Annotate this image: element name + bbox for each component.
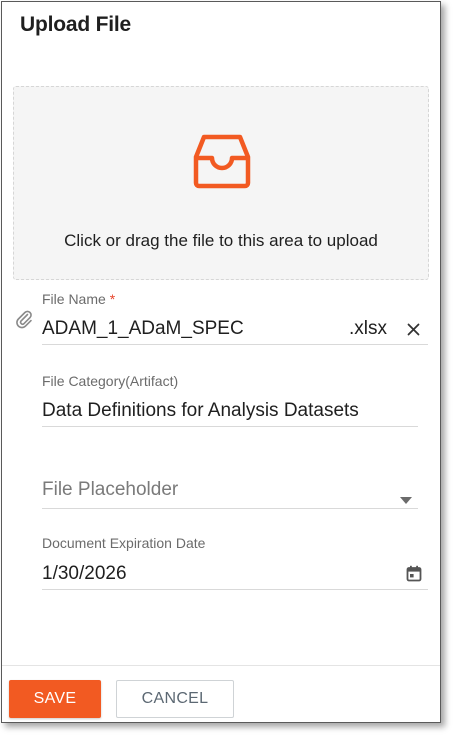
file-name-value: ADAM_1_ADaM_SPEC <box>42 318 244 339</box>
cancel-button[interactable]: CANCEL <box>116 680 234 718</box>
required-marker: * <box>109 291 116 307</box>
file-extension: .xlsx <box>349 318 387 339</box>
close-icon[interactable] <box>407 323 420 341</box>
dropzone-hint: Click or drag the file to this area to u… <box>64 231 378 250</box>
expiration-date-value: 1/30/2026 <box>42 563 127 584</box>
calendar-icon[interactable] <box>406 565 422 587</box>
paperclip-icon <box>15 309 33 334</box>
file-placeholder-text: File Placeholder <box>42 479 179 500</box>
save-button[interactable]: SAVE <box>9 680 101 718</box>
file-name-label: File Name * <box>42 291 115 307</box>
file-name-label-text: File Name <box>42 291 106 307</box>
file-category-value: Data Definitions for Analysis Datasets <box>42 400 359 421</box>
expiration-date-label: Document Expiration Date <box>42 535 206 551</box>
expiration-date-field[interactable]: 1/30/2026 <box>42 560 428 590</box>
inbox-icon <box>191 132 253 195</box>
footer-divider <box>2 665 440 666</box>
file-category-field[interactable]: Data Definitions for Analysis Datasets <box>42 397 418 427</box>
file-category-label: File Category(Artifact) <box>42 373 179 389</box>
file-name-field[interactable]: ADAM_1_ADaM_SPEC .xlsx <box>42 315 428 345</box>
upload-dropzone[interactable]: Click or drag the file to this area to u… <box>13 86 429 280</box>
upload-file-dialog: Upload File Click or drag the file to th… <box>1 1 441 723</box>
file-placeholder-select[interactable]: File Placeholder <box>42 479 418 509</box>
dialog-title: Upload File <box>20 13 131 36</box>
caret-down-icon[interactable] <box>400 491 412 509</box>
